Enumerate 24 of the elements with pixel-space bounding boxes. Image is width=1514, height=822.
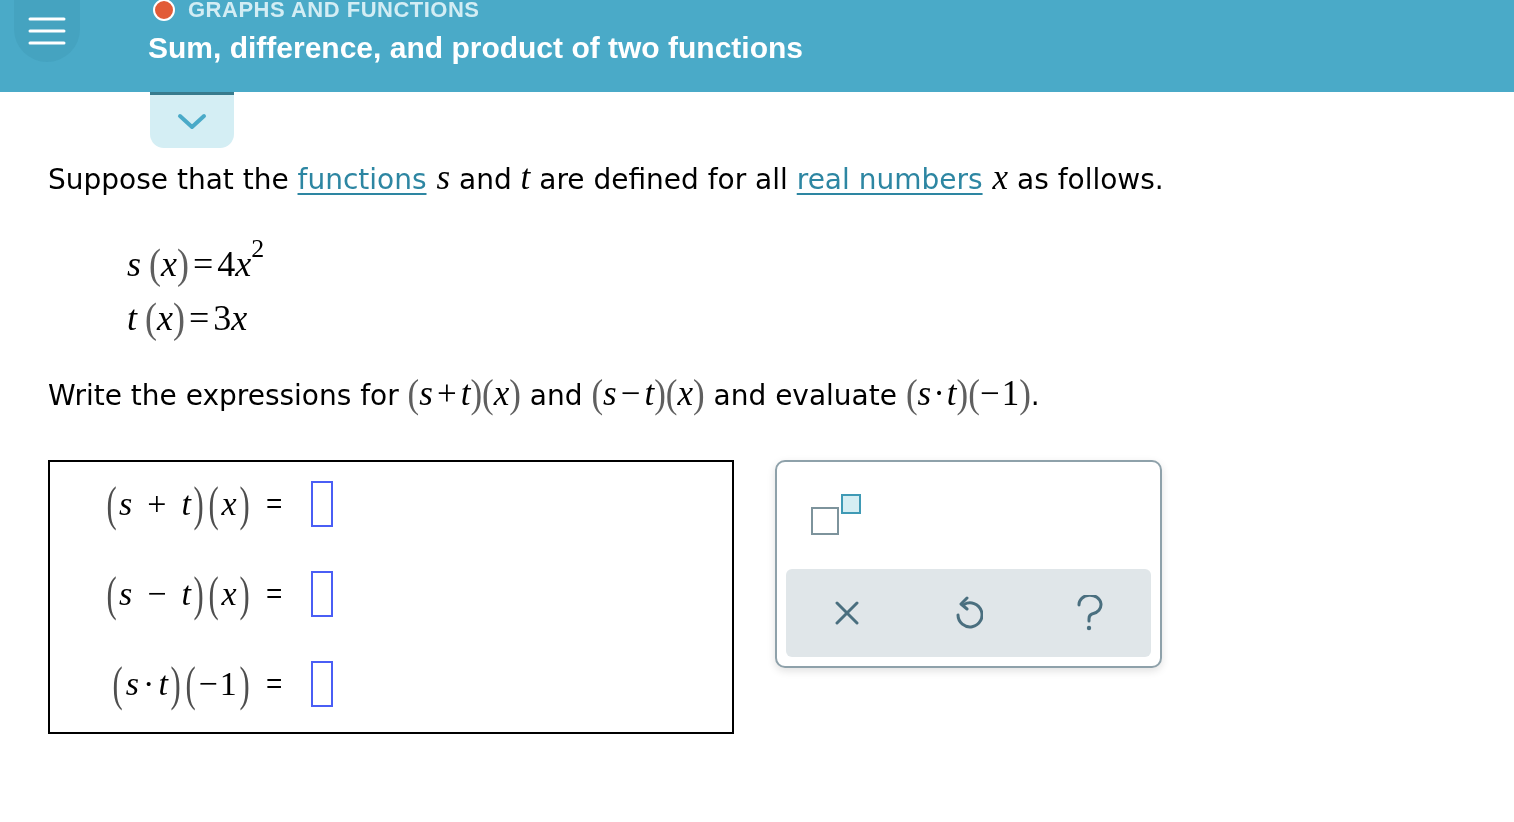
menu-button[interactable] [14, 0, 80, 62]
category-label: GRAPHS AND FUNCTIONS [188, 0, 480, 21]
equals-sign: = [266, 579, 283, 609]
menu-icon [28, 17, 66, 45]
expand-tab[interactable] [150, 92, 234, 148]
answer-box[interactable] [311, 661, 334, 707]
equals-sign: = [266, 489, 283, 519]
close-icon [834, 601, 859, 625]
chevron-down-icon [177, 113, 207, 130]
answer-box[interactable] [311, 481, 334, 527]
math-expression: (s + t)(x) [105, 479, 251, 529]
undo-icon [954, 596, 983, 630]
page-title: Sum, difference, and product of two functions [148, 31, 803, 65]
superscript-icon [811, 493, 861, 535]
math-expression: (s·t)(−1) [112, 659, 251, 709]
problem-statement: Suppose that the functions s and t are defined for all real numbers x as follows. [48, 161, 1164, 197]
math-expression: (s − t)(x) [105, 569, 251, 619]
text-link[interactable]: real numbers [796, 163, 983, 196]
equals-sign: = [266, 669, 283, 699]
help-icon [1077, 595, 1104, 631]
text-link[interactable]: functions [297, 163, 427, 196]
answer-box[interactable] [311, 571, 334, 617]
equation: t (x)=3x [127, 294, 248, 343]
equation: s (x)=4x$^{2}$ [127, 239, 265, 289]
